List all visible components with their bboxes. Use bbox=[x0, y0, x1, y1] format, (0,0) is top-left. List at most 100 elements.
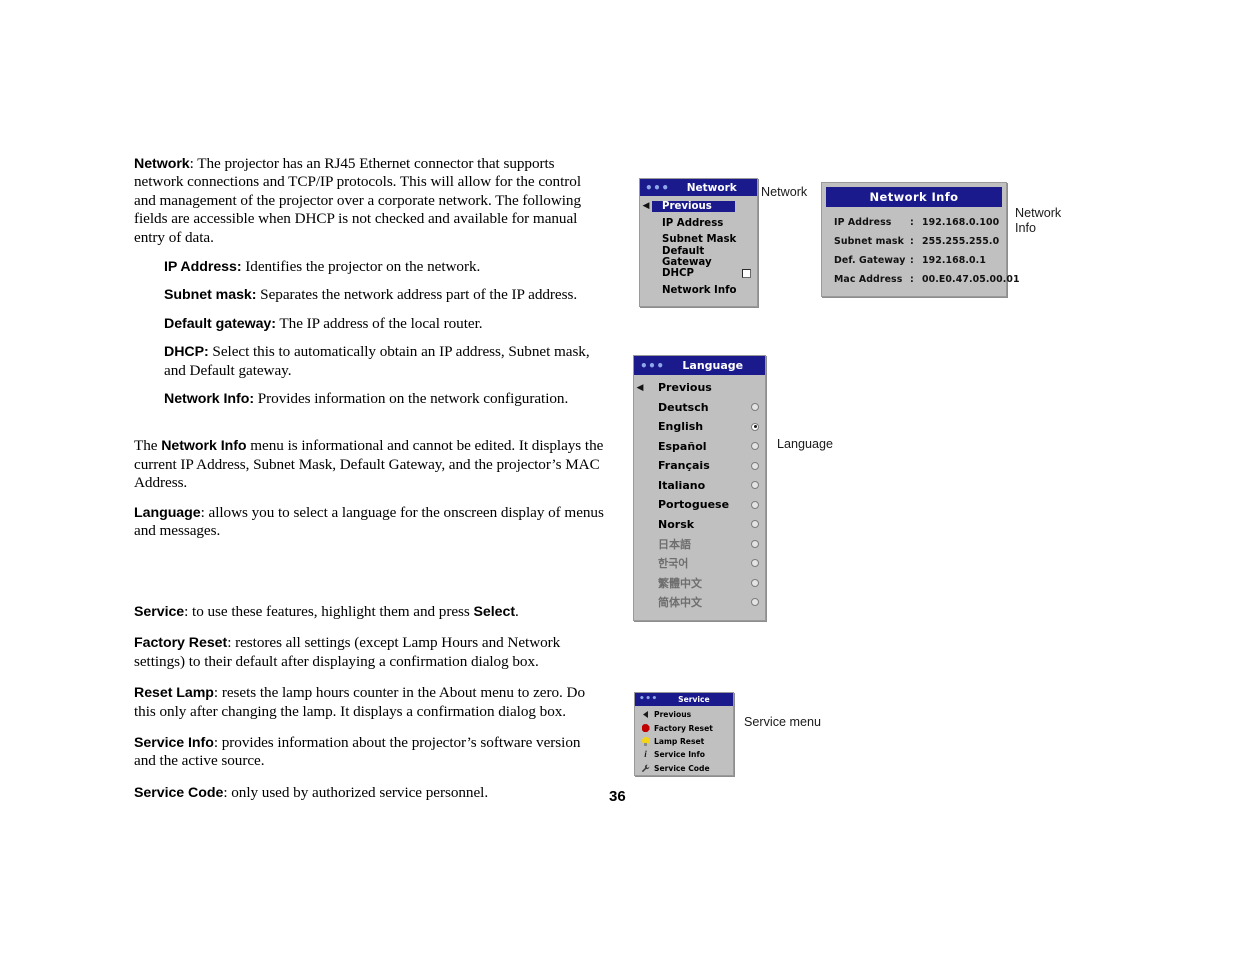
service-menu-item-service-code[interactable]: Service Code bbox=[635, 762, 733, 775]
network-info-row-ip-address: IP Address : 192.168.0.100 bbox=[834, 213, 1002, 232]
term-subnet-mask: Subnet mask: bbox=[164, 287, 257, 304]
dhcp-checkbox[interactable] bbox=[742, 269, 751, 279]
term-network-info-menu: Network Info bbox=[161, 438, 247, 455]
language-radio-traditional-chinese[interactable] bbox=[751, 578, 759, 587]
service-menu-label-lamp-reset: Lamp Reset bbox=[654, 736, 705, 746]
language-menu-label-simplified-chinese: 简体中文 bbox=[658, 596, 702, 610]
network-info-row-def-gateway: Def. Gateway : 192.168.0.1 bbox=[834, 251, 1002, 270]
language-menu-label-francais: Français bbox=[658, 459, 710, 473]
term-select: Select bbox=[473, 604, 516, 620]
language-menu-item-previous[interactable]: ◀ Previous bbox=[634, 378, 765, 398]
network-info-key-mac-address: Mac Address bbox=[834, 274, 903, 285]
paragraph-default-gateway: Default gateway: The IP address of the l… bbox=[164, 315, 604, 333]
lead-network-info-menu: The bbox=[134, 437, 162, 455]
callout-network-info: Network Info bbox=[1015, 206, 1062, 235]
menu-dots-icon: ••• bbox=[639, 694, 658, 705]
network-menu-item-default-gateway[interactable]: Default Gateway bbox=[640, 245, 757, 268]
network-menu[interactable]: ••• Network ◀ Previous IP Address Subnet… bbox=[639, 178, 758, 307]
language-menu-item-korean[interactable]: 한국어 bbox=[634, 554, 765, 574]
language-menu-label-previous: Previous bbox=[658, 381, 712, 395]
network-info-key-ip-address: IP Address bbox=[834, 217, 892, 228]
language-menu-item-japanese[interactable]: 日本語 bbox=[634, 534, 765, 554]
language-menu-item-english[interactable]: English bbox=[634, 417, 765, 437]
language-radio-portoguese[interactable] bbox=[751, 500, 759, 509]
network-menu-label-default-gateway: Default Gateway bbox=[662, 245, 712, 268]
service-menu-item-previous[interactable]: Previous bbox=[635, 708, 733, 721]
network-menu-label-network-info: Network Info bbox=[662, 284, 737, 296]
language-menu-item-norsk[interactable]: Norsk bbox=[634, 515, 765, 535]
network-menu-item-dhcp[interactable]: DHCP bbox=[640, 265, 757, 282]
language-menu-item-francais[interactable]: Français bbox=[634, 456, 765, 476]
network-menu-label-previous: Previous bbox=[652, 200, 735, 212]
network-menu-item-previous[interactable]: ◀ Previous bbox=[640, 198, 757, 215]
paragraph-network: Network: The projector has an RJ45 Ether… bbox=[134, 155, 604, 247]
callout-network: Network bbox=[761, 185, 808, 199]
language-radio-korean[interactable] bbox=[751, 559, 759, 568]
term-service-info: Service Info bbox=[134, 735, 214, 752]
paragraph-language: Language: allows you to select a languag… bbox=[134, 504, 604, 541]
term-service-code: Service Code bbox=[134, 784, 224, 801]
term-dhcp: DHCP: bbox=[164, 344, 209, 361]
language-menu-label-english: English bbox=[658, 420, 704, 434]
paragraph-service: Service: to use these features, highligh… bbox=[134, 603, 604, 621]
left-arrow-icon: ◀ bbox=[642, 201, 650, 212]
network-menu-label-subnet-mask: Subnet Mask bbox=[662, 234, 737, 246]
paragraph-service-info: Service Info: provides information about… bbox=[134, 734, 604, 771]
language-radio-espanol[interactable] bbox=[751, 442, 759, 451]
language-menu-item-simplified-chinese[interactable]: 简体中文 bbox=[634, 593, 765, 613]
service-menu[interactable]: ••• Service Previous Factory Reset Lamp … bbox=[634, 692, 734, 776]
language-radio-simplified-chinese[interactable] bbox=[751, 598, 759, 607]
network-info-value-ip-address: 192.168.0.100 bbox=[922, 217, 1000, 228]
network-menu-label-ip-address: IP Address bbox=[662, 217, 724, 229]
network-menu-title: Network bbox=[686, 181, 737, 194]
service-menu-items: Previous Factory Reset Lamp Reset i Serv… bbox=[635, 706, 733, 775]
service-menu-item-service-info[interactable]: i Service Info bbox=[635, 748, 733, 761]
language-menu-item-deutsch[interactable]: Deutsch bbox=[634, 398, 765, 418]
language-menu-label-italiano: Italiano bbox=[658, 478, 706, 492]
service-menu-label-service-code: Service Code bbox=[654, 763, 710, 773]
callout-language: Language bbox=[777, 437, 834, 451]
network-info-row-mac-address: Mac Address : 00.E0.47.05.00.01 bbox=[834, 270, 1020, 289]
language-radio-norsk[interactable] bbox=[751, 520, 759, 529]
language-menu-item-traditional-chinese[interactable]: 繁體中文 bbox=[634, 573, 765, 593]
language-menu-label-japanese: 日本語 bbox=[658, 537, 691, 551]
term-network-info: Network Info: bbox=[164, 391, 254, 408]
network-menu-label-dhcp: DHCP bbox=[662, 268, 694, 280]
language-menu[interactable]: ••• Language ◀ Previous Deutsch English … bbox=[633, 355, 766, 621]
language-radio-francais[interactable] bbox=[751, 461, 759, 470]
network-info-colon: : bbox=[910, 255, 914, 266]
text-dhcp: Select this to automatically obtain an I… bbox=[164, 343, 590, 379]
term-default-gateway: Default gateway: bbox=[164, 315, 276, 332]
network-menu-items: ◀ Previous IP Address Subnet Mask Defaul… bbox=[640, 196, 757, 302]
network-menu-titlebar: ••• Network bbox=[640, 179, 757, 196]
paragraph-service-code: Service Code: only used by authorized se… bbox=[134, 784, 604, 802]
text-subnet-mask: Separates the network address part of th… bbox=[256, 286, 578, 304]
paragraph-reset-lamp: Reset Lamp: resets the lamp hours counte… bbox=[134, 684, 604, 721]
term-service: Service bbox=[134, 604, 185, 620]
paragraph-dhcp: DHCP: Select this to automatically obtai… bbox=[164, 343, 604, 380]
language-menu-item-espanol[interactable]: Español bbox=[634, 437, 765, 457]
paragraph-subnet-mask: Subnet mask: Separates the network addre… bbox=[164, 286, 604, 304]
language-radio-deutsch[interactable] bbox=[751, 403, 759, 412]
language-menu-item-portoguese[interactable]: Portoguese bbox=[634, 495, 765, 515]
service-text-block: Service: to use these features, highligh… bbox=[134, 603, 604, 815]
info-icon: i bbox=[644, 749, 647, 760]
service-menu-titlebar: ••• Service bbox=[635, 693, 733, 706]
language-menu-item-italiano[interactable]: Italiano bbox=[634, 476, 765, 496]
network-info-key-def-gateway: Def. Gateway bbox=[834, 255, 906, 266]
network-info-rows: IP Address : 192.168.0.100 Subnet mask :… bbox=[826, 207, 1020, 289]
left-arrow-icon: ◀ bbox=[636, 382, 644, 393]
network-menu-item-ip-address[interactable]: IP Address bbox=[640, 215, 757, 232]
service-menu-label-factory-reset: Factory Reset bbox=[654, 723, 713, 733]
network-info-colon: : bbox=[910, 236, 914, 247]
term-language: Language bbox=[134, 504, 201, 521]
language-menu-title: Language bbox=[682, 359, 744, 372]
term-ip-address: IP Address: bbox=[164, 259, 242, 276]
service-menu-item-lamp-reset[interactable]: Lamp Reset bbox=[635, 735, 733, 748]
language-radio-japanese[interactable] bbox=[751, 539, 759, 548]
service-menu-item-factory-reset[interactable]: Factory Reset bbox=[635, 721, 733, 734]
language-radio-italiano[interactable] bbox=[751, 481, 759, 490]
network-menu-item-network-info[interactable]: Network Info bbox=[640, 282, 757, 299]
language-radio-english[interactable] bbox=[751, 422, 759, 431]
